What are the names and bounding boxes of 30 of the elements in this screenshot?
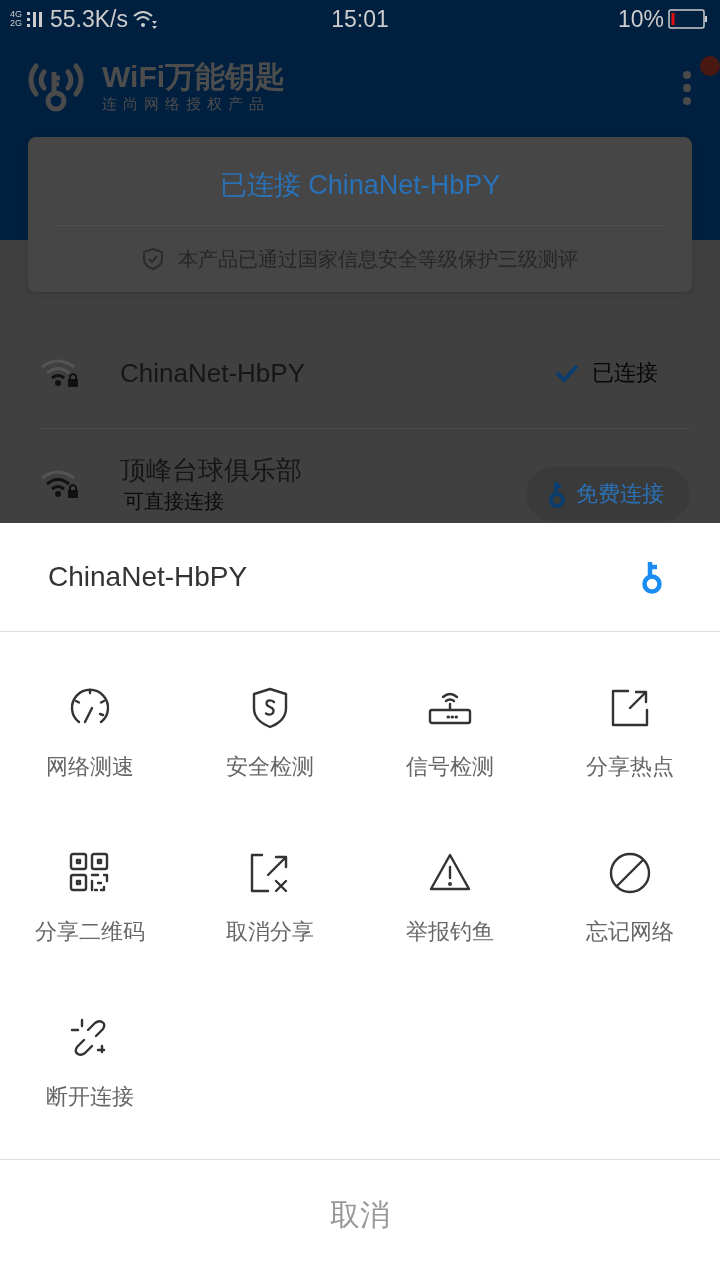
connection-title: 已连接 ChinaNet-HbPY [56, 137, 664, 226]
shield-check-icon [142, 247, 164, 271]
battery-percent: 10% [617, 5, 664, 33]
key-icon [640, 560, 664, 594]
checkmark-icon [554, 363, 580, 383]
clock: 15:01 [331, 5, 389, 33]
action-item[interactable]: 信号检测 [360, 644, 540, 809]
network-type: 2G [10, 19, 22, 28]
wifi-lock-icon [40, 468, 80, 500]
battery-icon [668, 9, 708, 29]
action-item[interactable]: 安全检测 [180, 644, 360, 809]
notification-dot-icon [700, 56, 720, 76]
key-icon [548, 480, 566, 508]
app-subtitle: 连尚网络授权产品 [102, 94, 271, 114]
connected-status: 已连接 [592, 359, 658, 387]
app-title: WiFi万能钥匙 [102, 58, 286, 95]
action-item[interactable]: 举报钓鱼 [360, 809, 540, 974]
wifi-lock-icon [40, 357, 80, 389]
action-item[interactable]: 分享热点 [540, 644, 720, 809]
forbidden-icon [608, 851, 652, 895]
action-item[interactable]: 忘记网络 [540, 809, 720, 974]
network-speed: 55.3K/s [50, 5, 128, 33]
sheet-title: ChinaNet-HbPY [48, 561, 248, 593]
action-item[interactable]: 取消分享 [180, 809, 360, 974]
more-menu-icon[interactable] [682, 70, 692, 106]
action-item[interactable]: 断开连接 [0, 974, 180, 1139]
action-item[interactable]: 网络测速 [0, 644, 180, 809]
wifi-icon [132, 9, 158, 29]
network-type: 4G [10, 10, 22, 19]
action-item[interactable]: 分享二维码 [0, 809, 180, 974]
